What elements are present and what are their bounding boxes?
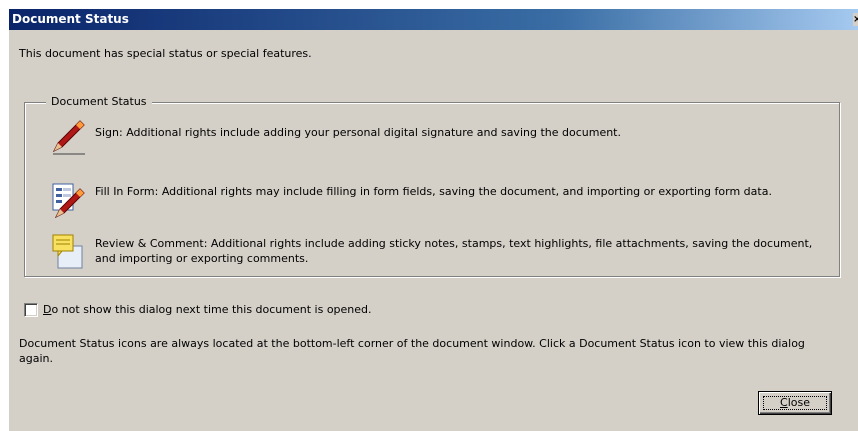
pen-signature-icon	[52, 120, 85, 155]
intro-text: This document has special status or spec…	[19, 47, 312, 60]
title-bar[interactable]: Document Status ×	[9, 9, 858, 30]
dont-show-again-checkbox[interactable]	[24, 303, 38, 317]
dialog-title: Document Status	[12, 12, 129, 26]
dont-show-again-label[interactable]: Do not show this dialog next time this d…	[43, 303, 372, 316]
close-icon[interactable]: ×	[853, 13, 858, 26]
sign-description: Sign: Additional rights include adding y…	[95, 126, 621, 139]
footer-info-text: Document Status icons are always located…	[19, 337, 805, 365]
group-legend: Document Status	[46, 95, 152, 108]
close-button[interactable]: Close	[758, 391, 832, 415]
fill-form-description: Fill In Form: Additional rights may incl…	[95, 185, 772, 198]
sticky-note-icon	[52, 234, 83, 269]
fill-form-icon	[52, 183, 85, 219]
close-button-label: Close	[780, 396, 810, 409]
review-comment-description: Review & Comment: Additional rights incl…	[95, 237, 813, 265]
